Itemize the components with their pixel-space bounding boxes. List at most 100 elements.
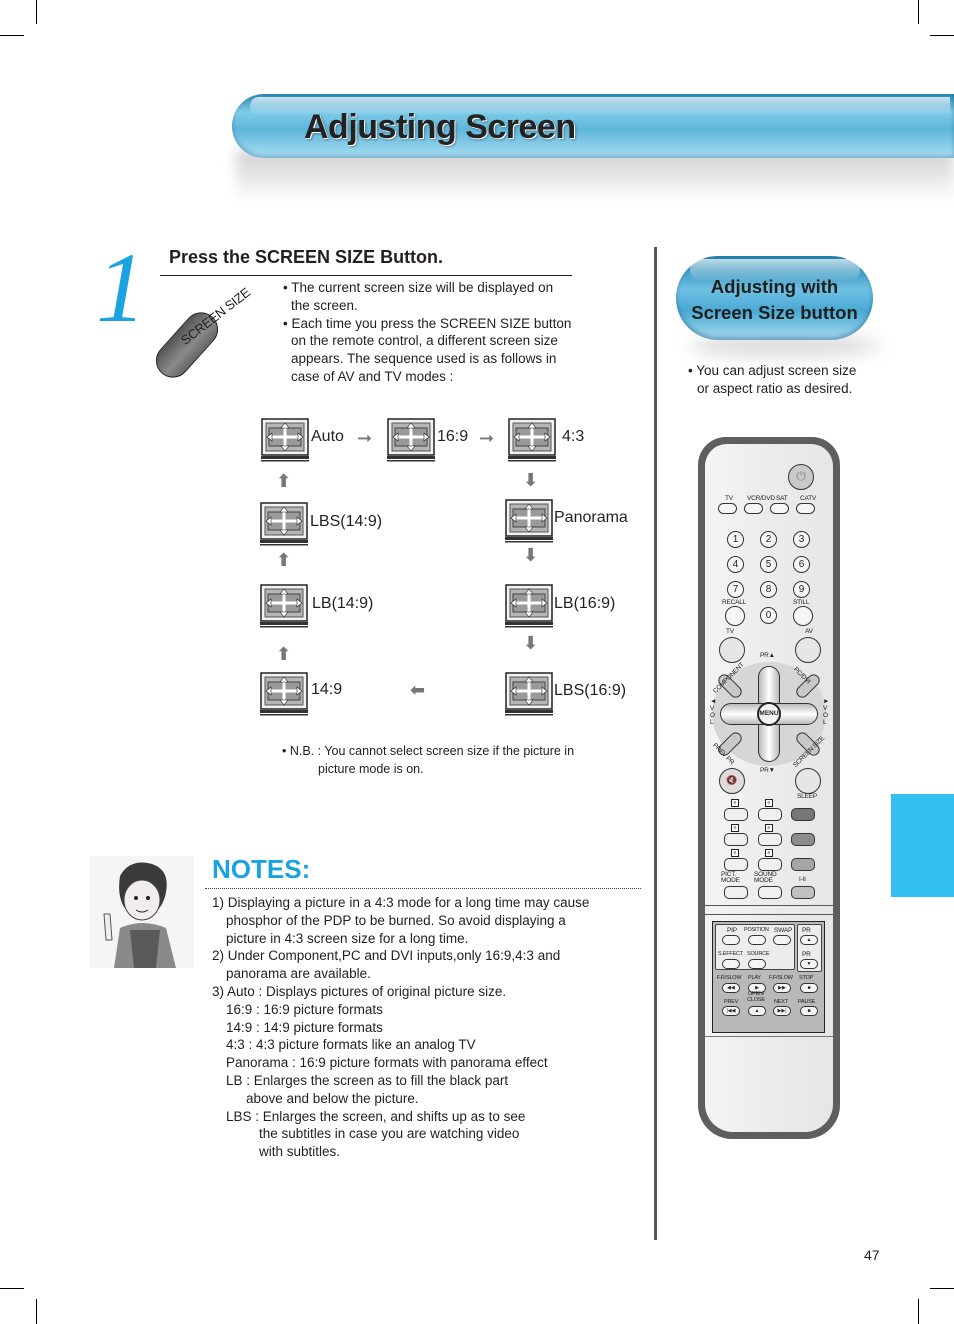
remote-label: S.EFFECT xyxy=(718,951,743,957)
digit-button-9[interactable]: 9 xyxy=(793,581,810,598)
arrow-down-icon: ⬇ xyxy=(523,633,539,653)
pause-button[interactable]: ■ xyxy=(800,1006,818,1016)
sleep-button[interactable] xyxy=(795,768,821,794)
notes-line: with subtitles. xyxy=(259,1144,341,1160)
open-close-button[interactable]: ▲ xyxy=(748,1006,766,1016)
notes-line: panorama are available. xyxy=(226,966,371,982)
tv-screen-arrows-icon xyxy=(261,418,309,462)
notes-line: 16:9 : 16:9 picture formats xyxy=(226,1001,383,1017)
remote-label: PR xyxy=(802,927,811,934)
remote-label: I-II xyxy=(799,876,806,883)
teletext-icon[interactable]: ≡ xyxy=(731,849,739,857)
screen-mode-label: Auto xyxy=(311,428,344,445)
notes-line: the subtitles in case you are watching v… xyxy=(259,1126,520,1142)
digit-button-7[interactable]: 7 xyxy=(727,581,744,598)
step-title: Press the SCREEN SIZE Button. xyxy=(169,247,444,267)
teletext-button[interactable] xyxy=(758,833,782,846)
notes-line: LBS : Enlarges the screen, and shifts up… xyxy=(226,1108,526,1124)
teletext-button[interactable] xyxy=(758,808,782,821)
digit-button-6[interactable]: 6 xyxy=(793,556,810,573)
step-number: 1 xyxy=(96,232,146,343)
position-button[interactable] xyxy=(748,935,766,945)
digit-button-2[interactable]: 2 xyxy=(760,531,777,548)
remote-label: PICT. MODE xyxy=(721,871,740,884)
page-number: 47 xyxy=(864,1247,880,1263)
source-button[interactable] xyxy=(748,959,766,969)
color-button[interactable] xyxy=(791,858,815,871)
screen-mode-label: 16:9 xyxy=(437,428,469,445)
crop-mark xyxy=(0,1288,24,1289)
menu-button[interactable]: MENU xyxy=(757,702,781,726)
teletext-icon[interactable]: ≡ xyxy=(765,799,773,807)
mute-button[interactable]: 🔇 xyxy=(719,768,745,794)
notes-line: 14:9 : 14:9 picture formats xyxy=(226,1019,383,1035)
i-ii-button[interactable] xyxy=(791,886,815,899)
remote-label: PR▼ xyxy=(760,767,775,774)
screen-mode-label: LBS(16:9) xyxy=(554,682,627,699)
av-button[interactable] xyxy=(795,637,821,663)
teletext-button[interactable] xyxy=(724,833,748,846)
digit-button-0[interactable]: 0 xyxy=(760,607,777,624)
remote-label: TV xyxy=(726,628,734,635)
crop-mark xyxy=(0,35,24,36)
tv-screen-arrows-icon xyxy=(505,672,553,716)
digit-button-5[interactable]: 5 xyxy=(760,556,777,573)
source-button-vcr-dvd[interactable] xyxy=(744,503,763,514)
source-button-catv[interactable] xyxy=(796,503,815,514)
notes-line: LB : Enlarges the screen as to fill the … xyxy=(226,1072,509,1088)
source-button-sat[interactable] xyxy=(770,503,789,514)
remote-label: RECALL xyxy=(722,599,747,606)
remote-label: STILL xyxy=(793,599,810,606)
color-button[interactable] xyxy=(791,833,815,846)
remote-label: ◄ V O L xyxy=(710,698,717,726)
digit-button-8[interactable]: 8 xyxy=(760,581,777,598)
tv-button[interactable] xyxy=(719,637,745,663)
pr-down-button[interactable]: ▼ xyxy=(800,959,818,969)
crop-mark xyxy=(918,1299,919,1324)
teletext-icon[interactable]: ≡ xyxy=(731,824,739,832)
remote-label: PR xyxy=(802,951,811,958)
color-button[interactable] xyxy=(791,808,815,821)
teletext-button[interactable] xyxy=(758,858,782,871)
tv-screen-arrows-icon xyxy=(387,418,435,462)
arrow-up-icon: ⬆ xyxy=(276,471,292,491)
pip-button[interactable] xyxy=(722,935,740,945)
remote-label: PREV xyxy=(724,999,739,1005)
sound-mode-button[interactable] xyxy=(758,886,782,899)
remote-label: PR▲ xyxy=(760,652,775,659)
digit-button-4[interactable]: 4 xyxy=(727,556,744,573)
fr-slow-button[interactable]: ◀◀ xyxy=(722,983,740,993)
remote-label: SLEEP xyxy=(797,793,817,800)
teletext-button[interactable] xyxy=(724,858,748,871)
arrow-right-icon: ➞ xyxy=(357,428,373,448)
prev-button[interactable]: |◀◀ xyxy=(722,1006,740,1016)
remote-label: SWAP xyxy=(774,927,793,934)
stop-button[interactable]: ■ xyxy=(800,983,818,993)
s-effect-button[interactable] xyxy=(722,959,740,969)
ff-slow-button[interactable]: ▶▶ xyxy=(773,983,791,993)
section-tab xyxy=(891,794,954,897)
nb-line: • N.B. : You cannot select screen size i… xyxy=(282,744,575,758)
teletext-icon[interactable]: ≡ xyxy=(731,799,739,807)
digit-button-1[interactable]: 1 xyxy=(727,531,744,548)
recall-button[interactable] xyxy=(725,606,745,626)
still-button[interactable] xyxy=(793,606,813,626)
pr-up-button[interactable]: ▲ xyxy=(800,935,818,945)
side-bullet: • You can adjust screen size or aspect r… xyxy=(688,362,868,398)
pill-title-line: Screen Size button xyxy=(691,302,858,323)
next-button[interactable]: ▶▶| xyxy=(773,1006,791,1016)
notes-line: 4:3 : 4:3 picture formats like an analog… xyxy=(226,1037,476,1053)
remote-label: VCR/DVD xyxy=(747,495,775,502)
screen-mode-label: 14:9 xyxy=(311,681,343,698)
side-bullet-line: • You can adjust screen size xyxy=(688,363,857,378)
teletext-icon[interactable]: ≡ xyxy=(765,849,773,857)
digit-button-3[interactable]: 3 xyxy=(793,531,810,548)
power-button[interactable]: ⏻ xyxy=(788,464,814,490)
crop-mark xyxy=(36,0,37,24)
side-bullet-line: or aspect ratio as desired. xyxy=(697,381,853,396)
teletext-icon[interactable]: ≡ xyxy=(765,824,773,832)
teletext-button[interactable] xyxy=(724,808,748,821)
swap-button[interactable] xyxy=(773,935,791,945)
pict-mode-button[interactable] xyxy=(724,886,748,899)
source-button-tv[interactable] xyxy=(718,503,737,514)
